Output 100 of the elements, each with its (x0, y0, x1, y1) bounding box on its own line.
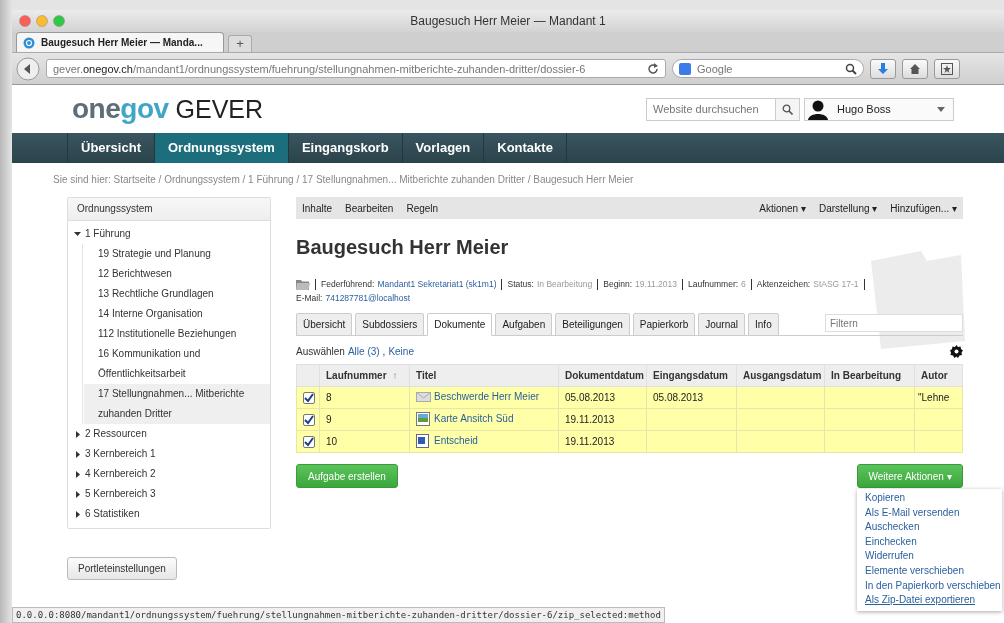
back-icon (16, 56, 40, 81)
window-control-icon (53, 15, 65, 27)
search-bar[interactable]: Google (672, 59, 864, 78)
field-value: 19.11.2013 (635, 278, 677, 291)
field-label: Beginn: (603, 278, 633, 291)
tree-item[interactable]: 14 Interne Organisation (84, 304, 270, 324)
menu-item[interactable]: Einchecken (857, 534, 1002, 550)
tab[interactable]: Übersicht (296, 313, 353, 336)
filter-field[interactable]: Filtern (825, 314, 963, 332)
column-header[interactable]: Ausgangsdatum (736, 364, 825, 387)
field-label: Aktenzeichen: (756, 278, 811, 291)
tab[interactable]: Info (748, 313, 779, 336)
caret-icon (937, 106, 945, 112)
browser-tab[interactable]: Baugesuch Herr Meier — Manda... (16, 32, 224, 52)
separator-text: , (382, 345, 386, 357)
window-control-icon (36, 15, 48, 27)
tree-item[interactable]: 112 Institutionelle Beziehungen (84, 324, 270, 344)
select-label: Auswählen (296, 345, 345, 357)
tree-item[interactable]: 5 Kernbereich 3 (68, 484, 270, 504)
folder-icon (296, 278, 310, 290)
select-none-link[interactable]: Keine (388, 345, 414, 357)
checkbox[interactable] (303, 435, 315, 448)
field-link[interactable]: Mandant1 Sekretariat1 (sk1m1) (377, 277, 497, 291)
checkbox[interactable] (303, 391, 315, 404)
toolbar-menu[interactable]: Darstellung ▾ (818, 202, 878, 214)
tree-item[interactable]: 12 Berichtwesen (84, 264, 270, 284)
panel-title: Ordnungssystem (68, 198, 270, 221)
nav-tab[interactable]: Ordnungssystem (154, 133, 289, 163)
field-label: Laufnummer: (688, 278, 739, 291)
column-header[interactable]: Laufnummer ↑ (319, 364, 410, 387)
settings-icon (950, 344, 963, 358)
column-header[interactable]: Eingangsdatum (646, 364, 737, 387)
column-header[interactable]: In Bearbeitung (824, 364, 915, 387)
globe-icon (23, 36, 35, 49)
menu-item[interactable]: Als E-Mail versenden (857, 505, 1002, 521)
tree-item[interactable]: 1 Führung (68, 224, 270, 244)
tree-item[interactable]: 3 Kernbereich 1 (68, 444, 270, 464)
star-icon (941, 62, 953, 75)
search-button[interactable] (776, 97, 800, 121)
nav-tab[interactable]: Eingangskorb (288, 133, 403, 163)
select-all-link[interactable]: Alle (3) (347, 345, 380, 357)
field-value: StASG 17-1 (813, 278, 859, 291)
menu-item[interactable]: Als Zip-Datei exportieren (857, 593, 1002, 608)
tree-item[interactable]: 13 Rechtliche Grundlagen (84, 284, 270, 304)
home-button[interactable] (902, 58, 928, 79)
home-icon (909, 62, 921, 75)
toolbar-link[interactable]: Bearbeiten (345, 202, 394, 214)
checkbox[interactable] (303, 413, 315, 426)
email-link[interactable]: 741287781@localhost (325, 291, 411, 305)
nav-tab[interactable]: Vorlagen (402, 133, 485, 163)
menu-item[interactable]: Widerrufen (857, 549, 1002, 564)
menu-item[interactable]: Elemente verschieben (857, 563, 1002, 579)
new-tab-button[interactable]: + (228, 35, 252, 52)
avatar-icon (807, 98, 829, 120)
tree-item[interactable]: 17 Stellungnahmen... Mitberichte zuhanden Dritter (84, 384, 270, 424)
tree-item[interactable]: 6 Statistiken (68, 504, 270, 524)
tree-item[interactable]: 19 Strategie und Planung (84, 244, 270, 264)
toolbar-menu[interactable]: Aktionen ▾ (759, 202, 806, 214)
nav-tab[interactable]: Kontakte (484, 133, 567, 163)
sort-icon: ↑ (392, 370, 398, 381)
bookmarks-button[interactable] (934, 58, 960, 79)
menu-item[interactable]: In den Papierkorb verschieben (857, 578, 1002, 594)
tree-item[interactable]: 16 Kommunikation und Öffentlichkeitsarbeit (84, 344, 270, 384)
field-value: 6 (741, 278, 746, 291)
download-icon (877, 62, 889, 75)
status-url: 0.0.0.0:8080/mandant1/ordnungssystem/fuehrung/stellungnahmen-mitberichte-zuhanden-dritter/dossier-6/zip_selected:method (12, 607, 665, 623)
field-value: In Bearbeitung (536, 278, 593, 291)
check-icon (304, 414, 314, 425)
menu-item[interactable]: Auschecken (857, 520, 1002, 535)
image-file-icon (416, 411, 431, 426)
column-header[interactable]: Titel (409, 364, 559, 387)
word-file-icon (416, 433, 431, 448)
search-icon (845, 62, 857, 75)
logo[interactable]: onegov GEVER (72, 93, 264, 125)
settings-button[interactable]: Portleteinstellungen (67, 557, 177, 580)
field-label: E-Mail: (296, 292, 323, 305)
window-control-icon (19, 15, 31, 27)
tree-item[interactable]: 4 Kernbereich 2 (68, 464, 270, 484)
envelope-icon (416, 389, 431, 404)
search-field[interactable]: Website durchsuchen (646, 97, 776, 121)
search-icon (782, 103, 793, 115)
tab[interactable]: Papierkorb (632, 313, 696, 336)
user-menu[interactable]: Hugo Boss (804, 97, 954, 121)
field-label: Status: (507, 278, 534, 291)
tab[interactable]: Aufgaben (495, 313, 553, 336)
tab[interactable]: Subdossiers (355, 313, 425, 336)
column-header[interactable]: Dokumentdatum (558, 364, 647, 387)
tree-item[interactable]: 2 Ressourcen (68, 424, 270, 444)
window-title: Baugesuch Herr Meier — Mandant 1 (410, 14, 606, 28)
column-header[interactable]: Autor (914, 364, 963, 387)
nav-tab[interactable]: Übersicht (68, 133, 155, 163)
download-button[interactable] (870, 58, 896, 79)
address-field[interactable]: gever.onegov.ch/mandant1/ordnungssystem/fuehrung/stellungnahmen-mitberichte-zuhanden-dritter/dossier-6 (46, 59, 666, 78)
tab[interactable]: Dokumente (427, 313, 493, 336)
toolbar-link[interactable]: Inhalte (302, 202, 333, 214)
tab[interactable]: Beteiligungen (555, 313, 630, 336)
toolbar-menu[interactable]: Hinzufügen... ▾ (890, 202, 957, 214)
toolbar-link[interactable]: Regeln (406, 202, 439, 214)
tab[interactable]: Journal (698, 313, 746, 336)
menu-item[interactable]: Kopieren (857, 491, 1002, 506)
